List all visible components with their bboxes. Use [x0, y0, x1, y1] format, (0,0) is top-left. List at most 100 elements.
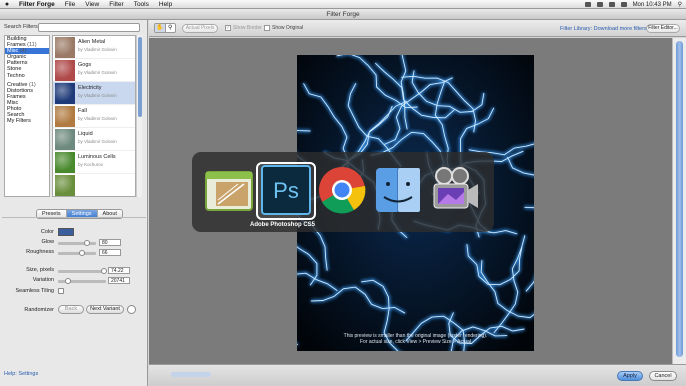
- filter-thumbnail: [55, 60, 75, 81]
- variation-label: Variation: [32, 277, 54, 283]
- imovie-app-icon[interactable]: [428, 164, 480, 216]
- finder-app-icon[interactable]: [372, 164, 424, 216]
- glow-slider-knob[interactable]: [83, 240, 90, 246]
- filter-forge-app-icon[interactable]: [204, 164, 256, 216]
- size-slider[interactable]: [58, 268, 107, 274]
- filter-list-scrollbar[interactable]: [136, 35, 142, 197]
- category-item[interactable]: My Filters: [5, 118, 49, 124]
- filter-name: Fall: [78, 108, 87, 114]
- filter-thumbnail: [55, 83, 75, 104]
- filter-name: Electricity: [78, 85, 102, 91]
- preview-canvas[interactable]: This preview is smaller than the origina…: [149, 38, 672, 364]
- volume-icon[interactable]: [608, 2, 615, 7]
- photoshop-app-icon[interactable]: Ps: [260, 164, 312, 216]
- category-label: Building: [7, 36, 27, 42]
- menu-clock[interactable]: Mon 10:43 PM: [633, 2, 672, 8]
- menu-filter[interactable]: Filter: [104, 1, 128, 8]
- apply-button[interactable]: Apply: [617, 371, 643, 381]
- status-text: Help: Settings: [4, 371, 39, 377]
- left-panel: Search Filters: Building Frames (11) Misc …: [0, 20, 148, 386]
- roughness-value[interactable]: 66: [99, 249, 121, 256]
- glow-label: Glow: [41, 239, 54, 245]
- tool-selector: ✋ ⚲: [154, 23, 176, 33]
- category-list[interactable]: Building Frames (11) Misc (4) Organic Patter…: [4, 35, 50, 197]
- search-input[interactable]: [38, 23, 140, 32]
- seamless-checkbox[interactable]: [58, 288, 64, 294]
- show-original-checkbox[interactable]: Show Original: [264, 25, 303, 31]
- randomizer-round-button[interactable]: [127, 305, 136, 314]
- canvas-scrollbar[interactable]: [672, 38, 686, 364]
- category-count: (11): [27, 42, 37, 49]
- cancel-button[interactable]: Cancel: [649, 371, 677, 381]
- filter-list-item[interactable]: Fall by Vladimir Golovin: [53, 105, 135, 128]
- filter-thumbnail: [55, 129, 75, 150]
- window-title: Filter Forge: [0, 9, 686, 20]
- filter-list-item[interactable]: Luminous Cells by Kochurov: [53, 151, 135, 174]
- show-border-checkbox[interactable]: ✓ Show Border: [225, 25, 262, 31]
- filter-name: Liquid: [78, 131, 93, 137]
- svg-text:Ps: Ps: [273, 178, 299, 203]
- variation-value[interactable]: 20741: [108, 277, 130, 284]
- bottom-bar: Apply Cancel: [149, 364, 686, 386]
- glow-slider[interactable]: [58, 240, 96, 246]
- spotlight-icon[interactable]: ⚲: [678, 1, 682, 8]
- scrollbar-thumb[interactable]: [138, 37, 142, 117]
- category-label: Frames: [7, 42, 26, 49]
- variation-slider[interactable]: [58, 278, 106, 284]
- filter-list-item[interactable]: Electricity by Vladimir Golovin: [53, 82, 135, 105]
- category-label: Patterns: [7, 60, 28, 67]
- color-label: Color: [40, 229, 54, 235]
- menu-tools[interactable]: Tools: [129, 1, 154, 8]
- canvas-scrollbar-thumb[interactable]: [676, 41, 683, 357]
- variation-slider-knob[interactable]: [64, 278, 71, 284]
- filter-library-link[interactable]: Filter Library: Download more filters: [560, 26, 647, 32]
- seamless-label: Seamless Tiling: [15, 288, 54, 294]
- glow-value[interactable]: 80: [99, 239, 121, 246]
- size-label: Size, pixels: [26, 267, 54, 273]
- show-original-label: Show Original: [272, 25, 304, 31]
- size-slider-knob[interactable]: [100, 268, 107, 274]
- filter-list-item[interactable]: Liquid by Vladimir Golovin: [53, 128, 135, 151]
- checkmark-icon: ✓: [225, 25, 231, 31]
- zoom-tool-icon[interactable]: ⚲: [166, 24, 176, 32]
- menu-bar: ● Filter Forge File View Filter Tools He…: [0, 0, 686, 9]
- next-variant-button[interactable]: Next Variant: [86, 305, 124, 314]
- category-label: Stone: [7, 66, 22, 73]
- menu-view[interactable]: View: [80, 1, 104, 8]
- filter-thumbnail: [55, 37, 75, 58]
- filter-editor-button[interactable]: Filter Editor...: [646, 24, 680, 33]
- category-label: Search: [7, 112, 25, 119]
- wifi-icon[interactable]: [596, 2, 603, 7]
- filter-list-item[interactable]: [53, 174, 135, 196]
- actual-pixels-button[interactable]: Actual Pixels: [182, 24, 218, 33]
- color-swatch[interactable]: [58, 228, 74, 236]
- menu-app[interactable]: Filter Forge: [14, 1, 60, 8]
- filter-author: by Vladimir Golovin: [78, 47, 117, 52]
- category-label: Photo: [7, 106, 22, 113]
- randomizer-label: Randomizer: [24, 307, 54, 313]
- filter-author: by Vladimir Golovin: [78, 93, 117, 98]
- filter-list-item[interactable]: Alien Metal by Vladimir Golovin: [53, 36, 135, 59]
- filter-author: by Vladimir Golovin: [78, 139, 117, 144]
- category-label: Creative: [7, 81, 28, 88]
- show-border-label: Show Border: [233, 25, 262, 31]
- size-value[interactable]: 74.22: [108, 267, 130, 274]
- roughness-slider[interactable]: [58, 250, 96, 256]
- battery-icon[interactable]: [620, 2, 627, 7]
- status-icon[interactable]: [584, 2, 591, 7]
- filter-list[interactable]: Alien Metal by Vladimir Golovin Gogs by Vla…: [52, 35, 136, 197]
- category-label: Misc: [7, 48, 19, 55]
- roughness-slider-knob[interactable]: [78, 250, 85, 256]
- search-label: Search Filters:: [4, 24, 40, 30]
- hand-tool-icon[interactable]: ✋: [155, 24, 166, 32]
- filter-thumbnail: [55, 152, 75, 173]
- preview-note: This preview is smaller than the origina…: [297, 333, 534, 345]
- menu-help[interactable]: Help: [154, 1, 177, 8]
- apple-menu-icon[interactable]: ●: [0, 1, 14, 8]
- filter-list-item[interactable]: Gogs by Vladimir Golovin: [53, 59, 135, 82]
- back-button[interactable]: Back: [58, 305, 84, 314]
- horizontal-scrollbar[interactable]: [171, 372, 211, 377]
- filter-name: Gogs: [78, 62, 92, 68]
- chrome-app-icon[interactable]: [316, 164, 368, 216]
- menu-file[interactable]: File: [60, 1, 80, 8]
